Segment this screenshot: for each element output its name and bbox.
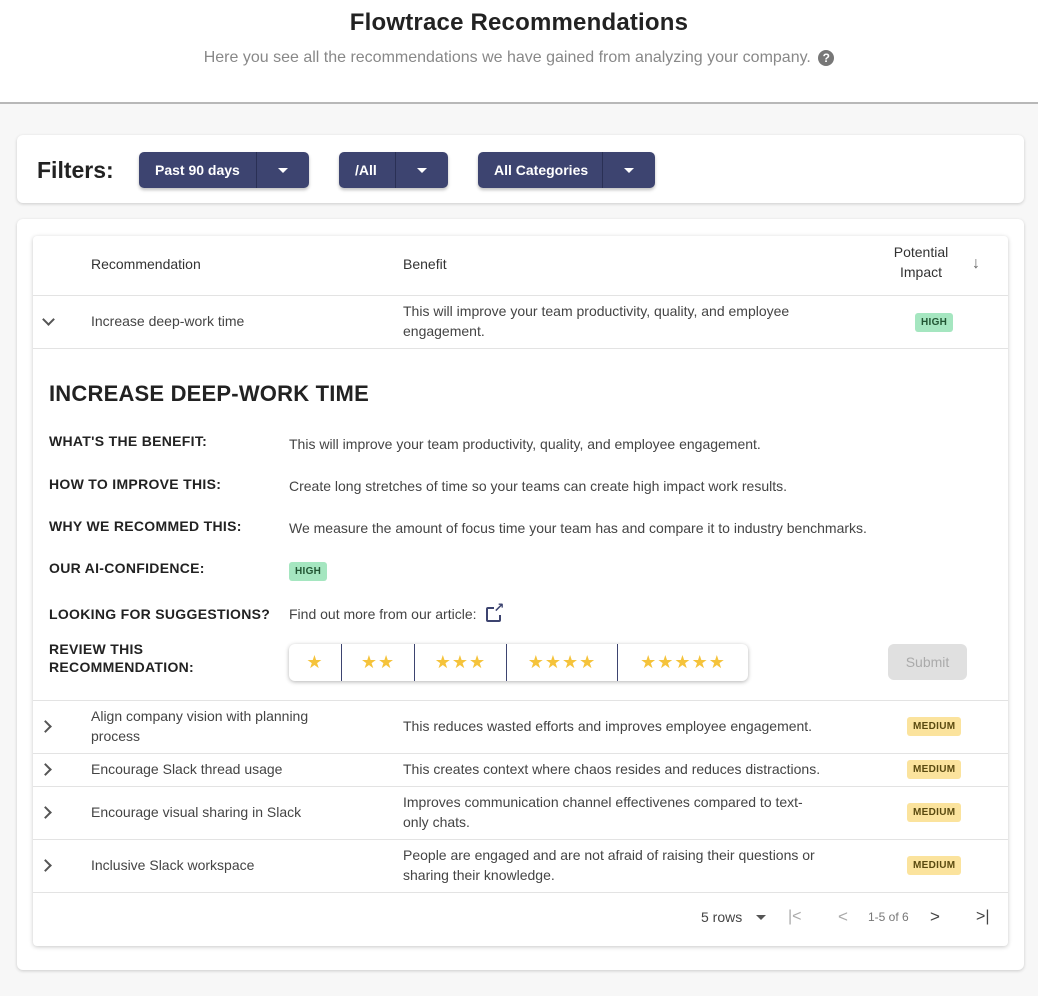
prev-page-icon[interactable]: <	[838, 907, 848, 927]
confidence-badge: HIGH	[289, 562, 328, 581]
page-range: 1-5 of 6	[868, 910, 909, 924]
dropdown-divider	[256, 152, 257, 188]
row-benefit: Improves communication channel effective…	[403, 794, 803, 830]
rating-selector: ★ ★★ ★★★ ★★★★ ★★★★★	[289, 644, 748, 681]
column-header-benefit[interactable]: Benefit	[403, 256, 447, 272]
benefit-value: This will improve your team productivity…	[289, 436, 761, 452]
why-value: We measure the amount of focus time your…	[289, 520, 867, 536]
row-recommendation: Align company vision with planning proce…	[91, 708, 309, 744]
category-dropdown-label: All Categories	[494, 162, 589, 178]
column-header-recommendation[interactable]: Recommendation	[91, 256, 201, 272]
column-header-impact-line2: Impact	[899, 264, 942, 280]
rating-option-2[interactable]: ★★	[341, 644, 414, 681]
rows-per-page-select[interactable]: 5 rows	[701, 909, 767, 925]
impact-badge: HIGH	[915, 313, 954, 332]
scope-dropdown-label: /All	[355, 162, 377, 178]
why-label: WHY WE RECOMMED THIS:	[49, 518, 242, 534]
impact-badge: MEDIUM	[907, 760, 962, 779]
chevron-down-icon[interactable]	[417, 168, 427, 173]
period-dropdown-label: Past 90 days	[155, 162, 240, 178]
divider	[33, 348, 1008, 349]
last-page-icon[interactable]: >|	[976, 908, 990, 926]
improve-value: Create long stretches of time so your te…	[289, 478, 787, 494]
suggestions-text: Find out more from our article:	[289, 606, 477, 622]
row-benefit: This creates context where chaos resides…	[403, 761, 821, 777]
submit-button[interactable]: Submit	[888, 644, 967, 680]
detail-title: INCREASE DEEP-WORK TIME	[49, 381, 369, 406]
dropdown-divider	[395, 152, 396, 188]
divider	[33, 892, 1008, 893]
page-header: Flowtrace Recommendations Here you see a…	[0, 0, 1038, 104]
rating-option-5[interactable]: ★★★★★	[617, 644, 748, 681]
recommendations-table: Recommendation Benefit Potential Impact …	[33, 236, 1008, 946]
suggestions-value: Find out more from our article:	[289, 601, 505, 622]
impact-badge: MEDIUM	[907, 717, 962, 736]
chevron-right-icon[interactable]	[39, 859, 52, 872]
page-subtitle: Here you see all the recommendations we …	[0, 49, 1038, 67]
chevron-down-icon[interactable]	[756, 915, 767, 920]
divider	[33, 700, 1008, 701]
row-recommendation: Encourage visual sharing in Slack	[91, 804, 302, 820]
period-dropdown[interactable]: Past 90 days	[139, 152, 309, 188]
chevron-down-icon[interactable]	[42, 313, 55, 326]
divider	[33, 839, 1008, 840]
first-page-icon[interactable]: |<	[788, 908, 802, 926]
rows-per-page-label: 5 rows	[701, 909, 743, 925]
rating-option-4[interactable]: ★★★★	[506, 644, 617, 681]
divider	[33, 786, 1008, 787]
filters-panel: Filters: Past 90 days /All All Categorie…	[17, 135, 1024, 203]
row-recommendation: Increase deep-work time	[91, 313, 245, 329]
row-recommendation: Inclusive Slack workspace	[91, 857, 255, 873]
column-header-impact-line1: Potential	[893, 244, 949, 260]
next-page-icon[interactable]: >	[930, 907, 940, 927]
chevron-down-icon[interactable]	[278, 168, 288, 173]
sort-arrow-icon[interactable]: ↓	[972, 255, 980, 273]
improve-label: HOW TO IMPROVE THIS:	[49, 476, 222, 492]
rating-option-1[interactable]: ★	[289, 644, 341, 681]
external-link-icon[interactable]	[486, 601, 505, 622]
row-recommendation: Encourage Slack thread usage	[91, 761, 283, 777]
row-benefit: This reduces wasted efforts and improves…	[403, 718, 813, 734]
impact-badge: MEDIUM	[907, 803, 962, 822]
page-title: Flowtrace Recommendations	[349, 9, 689, 36]
recommendations-card: Recommendation Benefit Potential Impact …	[17, 219, 1024, 970]
suggestions-label: LOOKING FOR SUGGESTIONS?	[49, 606, 271, 622]
chevron-right-icon[interactable]	[39, 720, 52, 733]
scope-dropdown[interactable]: /All	[339, 152, 448, 188]
confidence-label: OUR AI-CONFIDENCE:	[49, 560, 205, 576]
chevron-right-icon[interactable]	[39, 763, 52, 776]
review-label-line1: REVIEW THIS	[49, 641, 144, 657]
column-header-impact[interactable]: Potential Impact	[892, 244, 950, 280]
benefit-label: WHAT'S THE BENEFIT:	[49, 433, 208, 449]
row-benefit: People are engaged and are not afraid of…	[403, 847, 815, 883]
rating-option-3[interactable]: ★★★	[414, 644, 506, 681]
chevron-down-icon[interactable]	[624, 168, 634, 173]
row-benefit: This will improve your team productivity…	[403, 303, 790, 339]
impact-badge: MEDIUM	[907, 856, 962, 875]
help-icon[interactable]: ?	[818, 50, 835, 66]
review-label: REVIEW THIS RECOMMENDATION:	[49, 640, 194, 676]
dropdown-divider	[602, 152, 603, 188]
divider	[33, 295, 1008, 296]
page-subtitle-text: Here you see all the recommendations we …	[203, 49, 811, 66]
divider	[33, 753, 1008, 754]
filters-label: Filters:	[37, 157, 114, 183]
chevron-right-icon[interactable]	[39, 806, 52, 819]
review-label-line2: RECOMMENDATION:	[49, 659, 195, 675]
category-dropdown[interactable]: All Categories	[478, 152, 655, 188]
